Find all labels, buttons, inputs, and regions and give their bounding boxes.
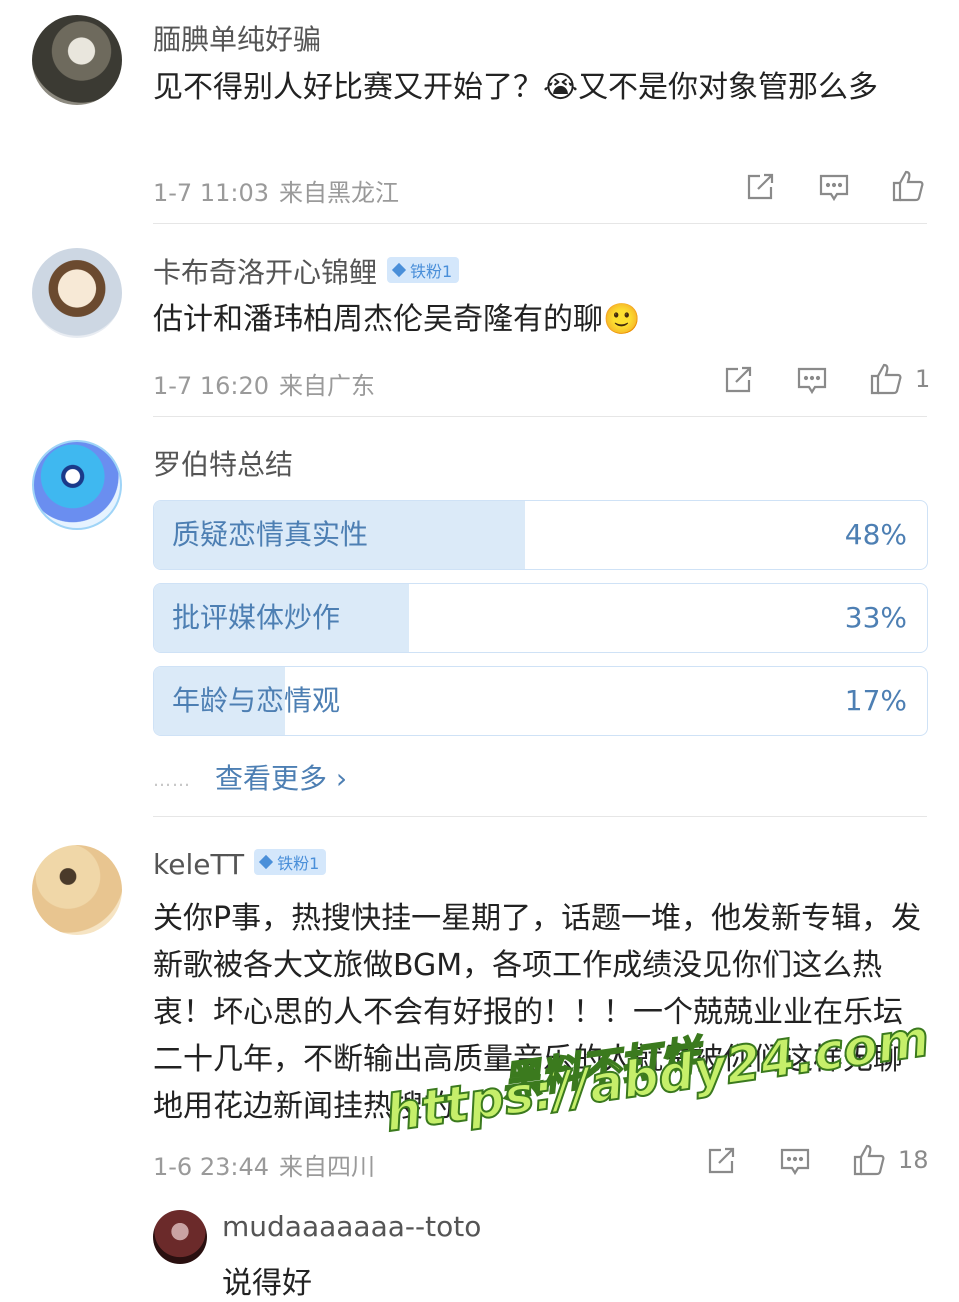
thumbs-up-icon <box>853 1144 885 1176</box>
comment-icon <box>780 1148 810 1176</box>
reply-text: 说得好 <box>222 1266 312 1301</box>
comment-button[interactable] <box>779 1145 811 1177</box>
smile-emoji-icon: 🙂 <box>603 302 641 337</box>
diamond-icon <box>391 262 407 278</box>
share-icon <box>747 173 774 200</box>
avatar[interactable] <box>32 248 122 338</box>
share-button[interactable] <box>705 1145 737 1177</box>
poll-option[interactable]: 年龄与恋情观 17% <box>153 666 928 736</box>
like-count: 18 <box>898 1146 929 1174</box>
poll-option-label: 年龄与恋情观 <box>172 684 341 717</box>
comment-text-part: 估计和潘玮柏周杰伦吴奇隆有的聊 <box>153 302 603 337</box>
more-dots: …… <box>153 769 191 791</box>
thumbs-up-icon <box>870 363 902 395</box>
username[interactable]: 腼腆单纯好骗 <box>153 18 321 58</box>
badge-label: 铁粉1 <box>277 854 320 873</box>
poll-option[interactable]: 质疑恋情真实性 48% <box>153 500 928 570</box>
view-more-link[interactable]: …… 查看更多 › <box>153 757 347 797</box>
comment-text: 估计和潘玮柏周杰伦吴奇隆有的聊🙂 <box>153 296 923 343</box>
comment-text: 见不得别人好比赛又开始了？😭又不是你对象管那么多 <box>153 64 923 111</box>
comment-icon <box>819 174 849 202</box>
avatar[interactable] <box>153 1210 207 1264</box>
share-icon <box>708 1147 735 1174</box>
location: 来自黑龙江 <box>279 179 399 207</box>
username[interactable]: 罗伯特总结 <box>153 443 293 483</box>
comment-text-part: 见不得别人好比赛又开始了？ <box>153 70 543 105</box>
divider <box>153 416 927 417</box>
avatar[interactable] <box>32 845 122 935</box>
username: 卡布奇洛开心锦鲤 铁粉1 <box>153 251 460 291</box>
username-text[interactable]: 卡布奇洛开心锦鲤 <box>153 256 377 289</box>
comment-meta: 1-7 11:03 来自黑龙江 <box>153 173 399 208</box>
comment-button[interactable] <box>796 364 828 396</box>
fan-badge: 铁粉1 <box>387 257 460 283</box>
like-count: 1 <box>915 365 931 393</box>
username-text[interactable]: keleTT <box>153 848 244 881</box>
avatar[interactable] <box>32 440 122 530</box>
location: 来自四川 <box>279 1153 375 1181</box>
share-button[interactable] <box>744 171 776 203</box>
poll-option-label: 批评媒体炒作 <box>172 601 341 634</box>
like-button[interactable]: 1 <box>869 362 930 396</box>
comment-text-part: 又不是你对象管那么多 <box>578 70 879 105</box>
view-more-label: 查看更多 › <box>215 762 348 795</box>
reply-username[interactable]: mudaaaaaaa--toto <box>222 1210 481 1243</box>
fan-badge: 铁粉1 <box>254 849 327 875</box>
comment-icon <box>797 367 827 395</box>
crying-emoji-icon: 😭 <box>543 70 579 105</box>
avatar[interactable] <box>32 15 122 105</box>
badge-label: 铁粉1 <box>410 262 453 281</box>
poll-option[interactable]: 批评媒体炒作 33% <box>153 583 928 653</box>
location: 来自广东 <box>279 372 375 400</box>
comment-meta: 1-7 16:20 来自广东 <box>153 366 375 401</box>
divider <box>153 223 927 224</box>
comment-meta: 1-6 23:44 来自四川 <box>153 1147 375 1182</box>
timestamp: 1-7 11:03 <box>153 179 269 207</box>
timestamp: 1-6 23:44 <box>153 1153 269 1181</box>
like-button[interactable] <box>891 169 925 203</box>
poll-option-label: 质疑恋情真实性 <box>172 518 369 551</box>
thumbs-up-icon <box>892 170 924 202</box>
poll-option-percent: 48% <box>844 518 907 551</box>
comment-button[interactable] <box>818 171 850 203</box>
diamond-icon <box>259 854 274 870</box>
like-button[interactable]: 18 <box>852 1143 929 1177</box>
divider <box>153 816 927 817</box>
username: keleTT 铁粉1 <box>153 848 327 881</box>
share-button[interactable] <box>722 364 754 396</box>
timestamp: 1-7 16:20 <box>153 372 269 400</box>
poll-option-percent: 33% <box>844 601 907 634</box>
share-icon <box>725 366 752 393</box>
poll-option-percent: 17% <box>844 684 907 717</box>
